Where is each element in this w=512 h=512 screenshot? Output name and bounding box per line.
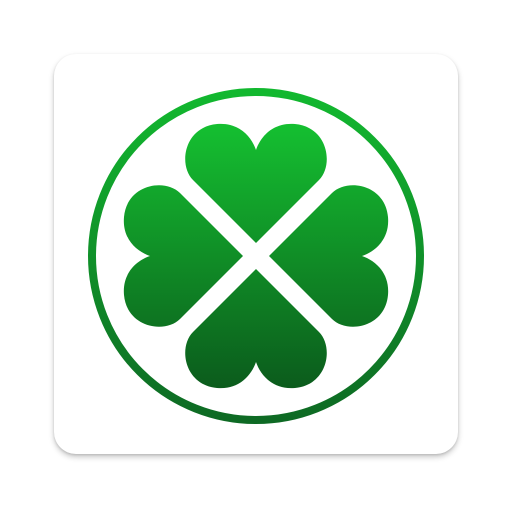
four-leaf-clover-icon bbox=[88, 88, 424, 424]
app-icon-stage bbox=[0, 0, 512, 512]
